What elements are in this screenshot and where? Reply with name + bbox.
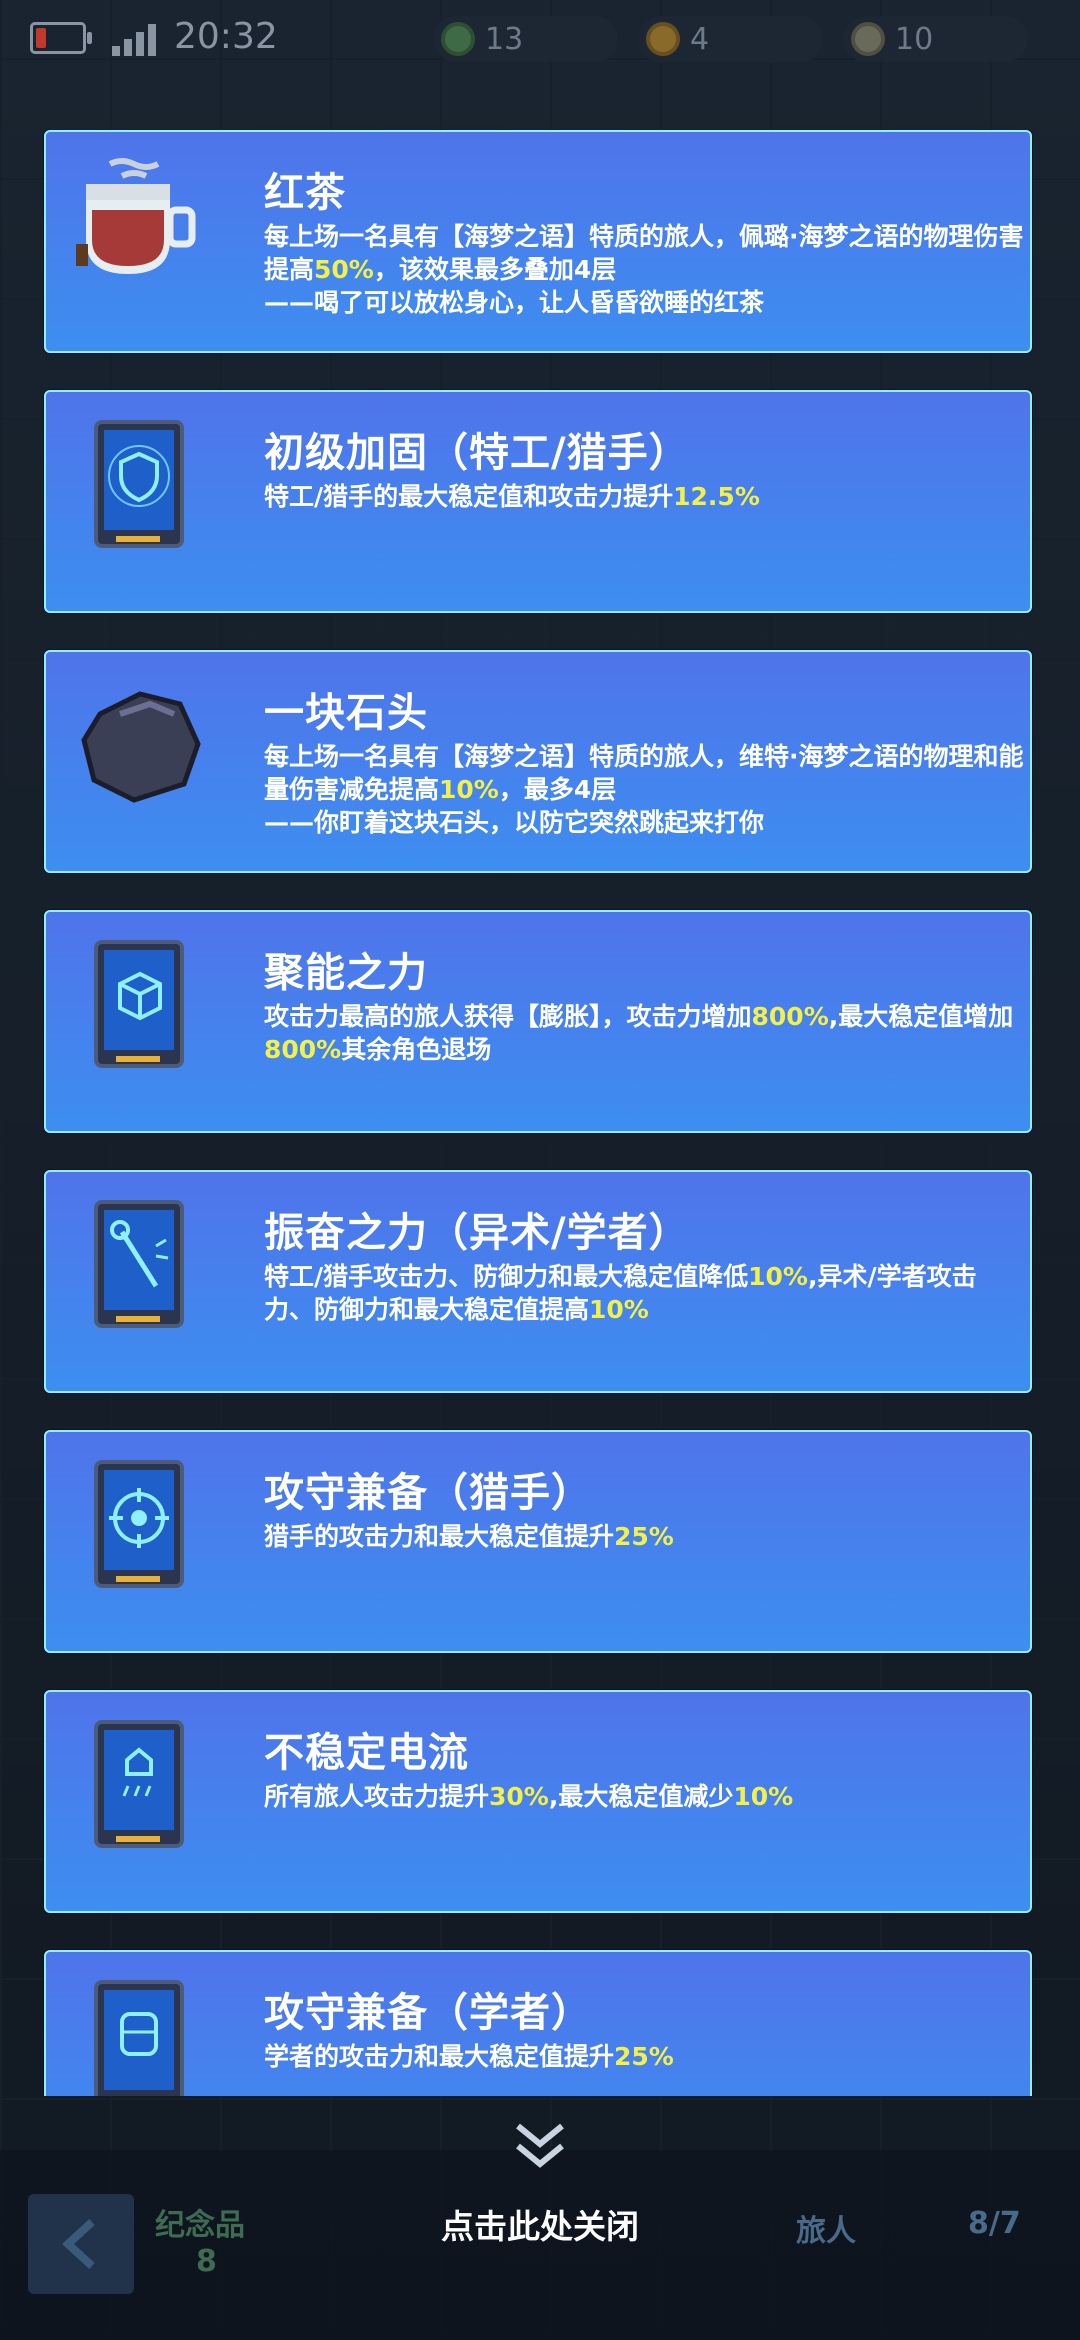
description-text: ，最多4层 — [498, 775, 617, 804]
card-title: 初级加固（特工/猎手） — [264, 430, 690, 476]
shield-card-icon — [94, 420, 184, 548]
description-text: ——你盯着这块石头，以防它突然跳起来打你 — [264, 808, 765, 837]
crosshair-card-icon — [94, 1460, 184, 1588]
status-bar: 20:32 13 4 10 — [0, 0, 1080, 76]
resource-gold: 4 — [638, 16, 823, 62]
card-energy-force[interactable]: 聚能之力 攻击力最高的旅人获得【膨胀】，攻击力增加800%,最大稳定值增加800… — [44, 910, 1032, 1133]
highlight-value: 800% — [751, 1002, 829, 1031]
souvenir-count: 8 — [196, 2244, 217, 2279]
description-text: 特工/猎手的最大稳定值和攻击力提升 — [264, 482, 674, 511]
card-title: 红茶 — [264, 170, 346, 216]
resource-value: 13 — [485, 21, 524, 57]
card-description: 学者的攻击力和最大稳定值提升25% — [264, 2040, 1024, 2073]
silver-coin-icon — [851, 22, 885, 56]
clock: 20:32 — [174, 16, 278, 57]
highlight-value: 25% — [614, 2042, 674, 2071]
description-text: ,最大稳定值增加 — [828, 1002, 1014, 1031]
card-description: 特工/猎手的最大稳定值和攻击力提升12.5% — [264, 480, 1024, 513]
card-description: 每上场一名具有【海梦之语】特质的旅人，佩璐·海梦之语的物理伤害提高50%，该效果… — [264, 220, 1024, 319]
close-button[interactable]: 点击此处关闭 — [0, 2200, 1080, 2248]
highlight-value: 10% — [748, 1262, 808, 1291]
description-text: 每上场一名具有【海梦之语】特质的旅人，维特·海梦之语的物理和能量伤害减免提高 — [264, 742, 1024, 804]
battery-icon — [30, 22, 92, 54]
card-inspire-force[interactable]: 振奋之力（异术/学者） 特工/猎手攻击力、防御力和最大稳定值降低10%,异术/学… — [44, 1170, 1032, 1393]
card-description: 所有旅人攻击力提升30%,最大稳定值减少10% — [264, 1780, 1024, 1813]
description-text: ——喝了可以放松身心，让人昏昏欲睡的红茶 — [264, 288, 765, 317]
card-description: 每上场一名具有【海梦之语】特质的旅人，维特·海梦之语的物理和能量伤害减免提高10… — [264, 740, 1024, 839]
gold-coin-icon — [646, 22, 680, 56]
description-text: 学者的攻击力和最大稳定值提升 — [264, 2042, 615, 2071]
description-text: 特工/猎手攻击力、防御力和最大稳定值降低 — [264, 1262, 749, 1291]
electric-card-icon — [94, 1720, 184, 1848]
highlight-value: 10% — [439, 775, 499, 804]
stone-icon — [81, 691, 201, 803]
highlight-value: 10% — [733, 1782, 794, 1811]
scholar-card-icon — [94, 1980, 184, 2096]
wand-card-icon — [94, 1200, 184, 1328]
highlight-value: 30% — [489, 1782, 549, 1811]
card-offense-defense-hunter[interactable]: 攻守兼备（猎手） 猎手的攻击力和最大稳定值提升25% — [44, 1430, 1032, 1653]
card-unstable-current[interactable]: 不稳定电流 所有旅人攻击力提升30%,最大稳定值减少10% — [44, 1690, 1032, 1913]
resource-value: 10 — [895, 21, 934, 57]
cube-card-icon — [94, 940, 184, 1068]
card-stone[interactable]: 一块石头 每上场一名具有【海梦之语】特质的旅人，维特·海梦之语的物理和能量伤害减… — [44, 650, 1032, 873]
highlight-value: 50% — [314, 255, 374, 284]
card-description: 特工/猎手攻击力、防御力和最大稳定值降低10%,异术/学者攻击力、防御力和最大稳… — [264, 1260, 1024, 1326]
card-red-tea[interactable]: 红茶 每上场一名具有【海梦之语】特质的旅人，佩璐·海梦之语的物理伤害提高50%，… — [44, 130, 1032, 353]
card-title: 聚能之力 — [264, 950, 428, 996]
double-chevron-down-icon[interactable] — [512, 2118, 568, 2174]
card-description: 攻击力最高的旅人获得【膨胀】，攻击力增加800%,最大稳定值增加800%其余角色… — [264, 1000, 1024, 1066]
card-basic-reinforce[interactable]: 初级加固（特工/猎手） 特工/猎手的最大稳定值和攻击力提升12.5% — [44, 390, 1032, 613]
card-offense-defense-scholar[interactable]: 攻守兼备（学者） 学者的攻击力和最大稳定值提升25% — [44, 1950, 1032, 2096]
description-text: 猎手的攻击力和最大稳定值提升 — [264, 1522, 615, 1551]
card-title: 不稳定电流 — [264, 1730, 469, 1776]
card-title: 振奋之力（异术/学者） — [264, 1210, 690, 1256]
resource-value: 4 — [690, 21, 710, 57]
signal-icon — [112, 22, 158, 56]
highlight-value: 800% — [264, 1035, 342, 1064]
resource-silver: 10 — [843, 16, 1028, 62]
souvenir-list[interactable]: 红茶 每上场一名具有【海梦之语】特质的旅人，佩璐·海梦之语的物理伤害提高50%，… — [42, 130, 1036, 2096]
card-title: 攻守兼备（猎手） — [264, 1470, 592, 1516]
card-title: 一块石头 — [264, 690, 428, 736]
description-text: 其余角色退场 — [341, 1035, 492, 1064]
highlight-value: 25% — [614, 1522, 674, 1551]
description-text: 攻击力最高的旅人获得【膨胀】，攻击力增加 — [264, 1002, 752, 1031]
resource-green: 13 — [433, 16, 618, 62]
highlight-value: 12.5% — [673, 482, 760, 511]
card-title: 攻守兼备（学者） — [264, 1990, 592, 2036]
description-text: ，该效果最多叠加4层 — [373, 255, 617, 284]
description-text: 所有旅人攻击力提升 — [264, 1782, 490, 1811]
card-description: 猎手的攻击力和最大稳定值提升25% — [264, 1520, 1024, 1553]
highlight-value: 10% — [589, 1295, 649, 1324]
description-text: ,最大稳定值减少 — [548, 1782, 734, 1811]
red-tea-cup-icon — [76, 158, 196, 274]
green-coin-icon — [441, 22, 475, 56]
